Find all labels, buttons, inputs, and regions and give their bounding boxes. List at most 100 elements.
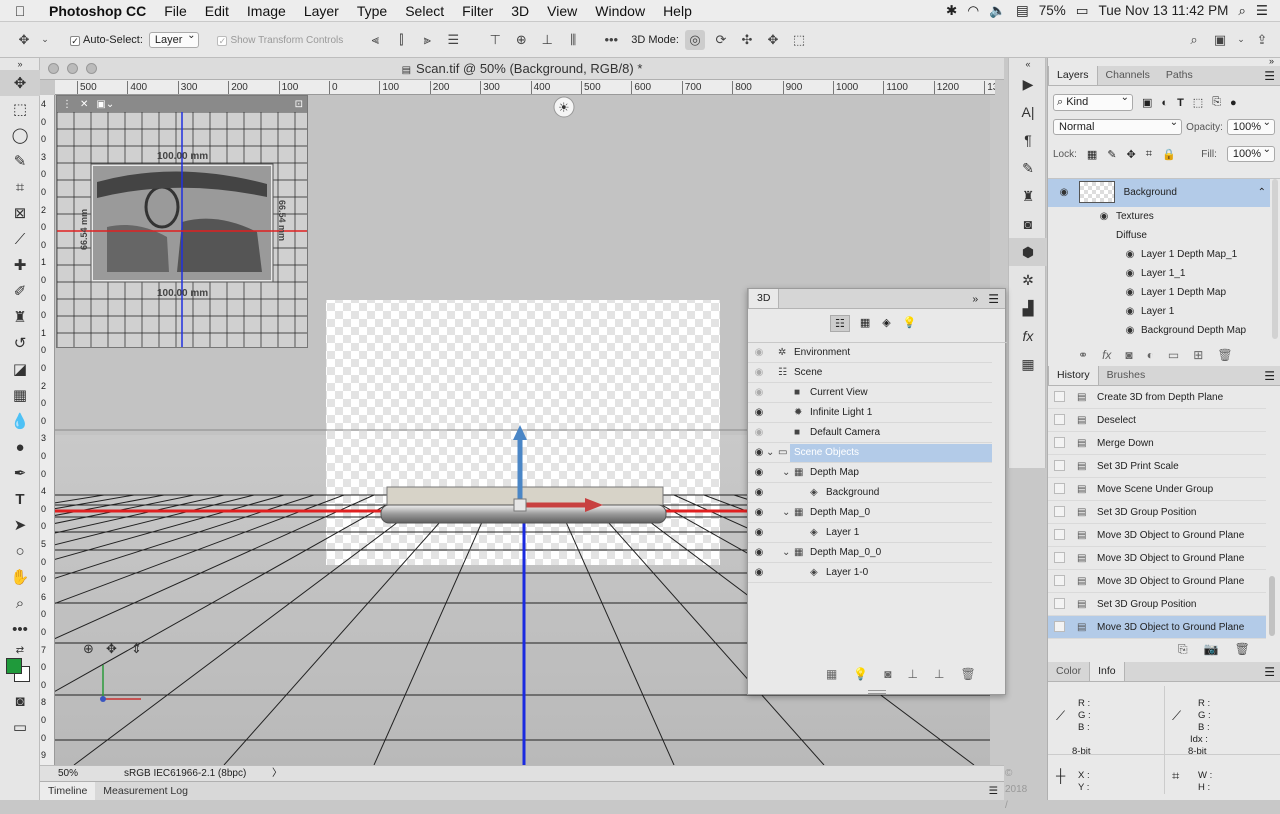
new-layer-icon[interactable]: ⊞ (1193, 348, 1203, 362)
3d-tree-row[interactable]: ◉ ✲ Environment (748, 343, 992, 363)
ellipse-tool[interactable]: ○ (0, 538, 40, 564)
menu-filter[interactable]: Filter (453, 3, 502, 19)
marquee-tool[interactable]: ⬚ (0, 96, 40, 122)
tab-color[interactable]: Color (1048, 662, 1089, 681)
hand-tool[interactable]: ✋ (0, 564, 40, 590)
split-mesh-icon[interactable]: ⊥ (934, 667, 944, 681)
layers-menu-icon[interactable]: ☰ (1264, 67, 1280, 85)
history-source-checkbox[interactable] (1054, 621, 1065, 632)
history-state[interactable]: ▤ Move Scene Under Group (1048, 478, 1266, 501)
filter-smart-icon[interactable]: ⎘ (1212, 96, 1221, 109)
distribute-icon[interactable]: ☰ (443, 30, 463, 50)
history-state[interactable]: ▤ Deselect (1048, 409, 1266, 432)
adjustments-icon[interactable]: ◙ (1009, 210, 1047, 238)
history-source-checkbox[interactable] (1054, 391, 1065, 402)
more-tools-icon[interactable]: ••• (0, 616, 40, 642)
color-profile[interactable]: sRGB IEC61966-2.1 (8bpc) (124, 766, 246, 782)
print-preview-window[interactable]: ⋮ ✕ ▣⌄ ⊡ 100.00 mm 100.00 mm 66.54 mm 66… (56, 95, 308, 348)
status-arrow-icon[interactable]: 〉 (272, 766, 282, 782)
gizmo-center[interactable] (513, 498, 527, 512)
show-transform-checkbox[interactable]: ✓ Show Transform Controls (217, 34, 343, 46)
paragraph-icon[interactable]: ¶ (1009, 126, 1047, 154)
orbit-3d-icon[interactable]: ◎ (684, 29, 705, 50)
history-state[interactable]: ▤ Move 3D Object to Ground Plane (1048, 547, 1266, 570)
history-scrollbar[interactable] (1269, 576, 1275, 636)
frame-tool[interactable]: ⊠ (0, 200, 40, 226)
eye-icon[interactable]: ◉ (753, 403, 765, 423)
align-middle-icon[interactable]: ⊕ (511, 30, 531, 50)
history-source-checkbox[interactable] (1054, 506, 1065, 517)
chevron-down-icon[interactable]: ⌄ (782, 503, 790, 523)
quick-select-tool[interactable]: ✎ (0, 148, 40, 174)
brush-tool[interactable]: ✐ (0, 278, 40, 304)
timeline-menu-icon[interactable]: ☰ (989, 782, 1004, 800)
collapse-layer-icon[interactable]: ⌃ (1258, 179, 1266, 207)
3d-menu-icon[interactable]: ☰ (988, 290, 1005, 308)
tab-timeline[interactable]: Timeline (40, 782, 96, 800)
chevron-down-icon[interactable]: ⌄ (766, 443, 774, 463)
add-light-icon[interactable]: 💡 (853, 667, 868, 681)
render-icon[interactable]: ◙ (884, 667, 891, 681)
menu-image[interactable]: Image (238, 3, 295, 19)
history-source-checkbox[interactable] (1054, 414, 1065, 425)
history-state[interactable]: ▤ Set 3D Group Position (1048, 593, 1266, 616)
eye-icon[interactable]: ◉ (753, 343, 765, 363)
history-source-checkbox[interactable] (1054, 552, 1065, 563)
pen-tool[interactable]: ✒ (0, 460, 40, 486)
character-icon[interactable]: A| (1009, 98, 1047, 126)
history-state[interactable]: ▤ Move 3D Object to Ground Plane (1048, 570, 1266, 593)
drop-to-ground-icon[interactable]: ⊥ (908, 667, 918, 681)
collapse-strip-icon[interactable]: « (1009, 58, 1047, 70)
healing-brush-tool[interactable]: ✚ (0, 252, 40, 278)
delete-3d-icon[interactable]: 🗑 (960, 667, 975, 681)
delete-layer-icon[interactable]: 🗑 (1217, 348, 1232, 362)
3d-tree-row[interactable]: ◉ ⌄ ▭ Scene Objects (748, 443, 992, 463)
spotlight-icon[interactable]: ⌕ (1238, 3, 1246, 19)
3d-panel-icon[interactable]: ⬢ (1009, 238, 1047, 266)
menu-app-name[interactable]: Photoshop CC (40, 3, 155, 19)
type-tool[interactable]: T (0, 486, 40, 512)
menu-file[interactable]: File (155, 3, 196, 19)
swap-colors-icon[interactable]: ⇄ (0, 642, 40, 658)
eye-icon[interactable]: ◉ (753, 503, 765, 523)
battery-percent[interactable]: 75% (1039, 3, 1066, 18)
expand-icon[interactable]: ⊡ (295, 99, 303, 110)
scale-3d-icon[interactable]: ⬚ (789, 30, 809, 50)
history-state[interactable]: ▤ Move 3D Object to Ground Plane (1048, 524, 1266, 547)
menu-help[interactable]: Help (654, 3, 701, 19)
eye-icon[interactable]: ◉ (753, 483, 765, 503)
gradient-tool[interactable]: ▦ (0, 382, 40, 408)
chevron-down-icon[interactable]: ⌄ (782, 463, 790, 483)
blend-mode-dropdown[interactable]: Normal (1053, 117, 1183, 135)
swatches-icon[interactable]: ▦ (1009, 350, 1047, 378)
layer-row-background[interactable]: ◉ Background ⌃ (1048, 179, 1270, 207)
horizontal-ruler[interactable]: 500 400 300 200 100 0 100 200 300 400 500 600 700 800… (55, 80, 995, 95)
document-tab[interactable]: ▤ Scan.tif @ 50% (Background, RGB/8) * (40, 58, 1004, 80)
path-selection-tool[interactable]: ➤ (0, 512, 40, 538)
eye-icon[interactable]: ◉ (1124, 321, 1136, 340)
filter-scene-icon[interactable]: ☷ (830, 315, 850, 332)
menu-3d[interactable]: 3D (502, 3, 538, 19)
texture-row[interactable]: ◉ Layer 1 Depth Map_1 (1048, 245, 1270, 264)
3d-tree-row[interactable]: ◉ ◈ Layer 1-0 (748, 563, 992, 583)
delete-state-icon[interactable]: 🗑 (1235, 642, 1250, 657)
tab-brushes[interactable]: Brushes (1099, 366, 1154, 385)
link-layers-icon[interactable]: ⚭ (1078, 348, 1088, 362)
texture-row[interactable]: ◉ Background Depth Map (1048, 321, 1270, 340)
color-swatches[interactable] (0, 658, 40, 688)
align-right-icon[interactable]: ⫸ (417, 30, 437, 50)
filter-shape-icon[interactable]: ⬚ (1193, 96, 1203, 109)
actions-icon[interactable]: ▶ (1009, 70, 1047, 98)
history-brush-tool[interactable]: ↺ (0, 330, 40, 356)
3d-tree-row[interactable]: ◉ ■ Current View (748, 383, 992, 403)
eye-icon[interactable]: ◉ (1058, 179, 1070, 207)
move-tool-icon[interactable]: ✥ (14, 30, 34, 50)
share-icon[interactable]: ⇪ (1252, 30, 1272, 50)
eye-icon[interactable]: ◉ (753, 463, 765, 483)
clone-stamp-tool[interactable]: ♜ (0, 304, 40, 330)
new-snapshot-icon[interactable]: 📷 (1204, 642, 1219, 657)
menu-select[interactable]: Select (396, 3, 453, 19)
auto-select-dropdown[interactable]: Layer (148, 30, 200, 48)
axis-orbit-icon[interactable]: ⊕ (83, 641, 94, 656)
panel-collapse-icon[interactable]: » (0, 58, 40, 70)
